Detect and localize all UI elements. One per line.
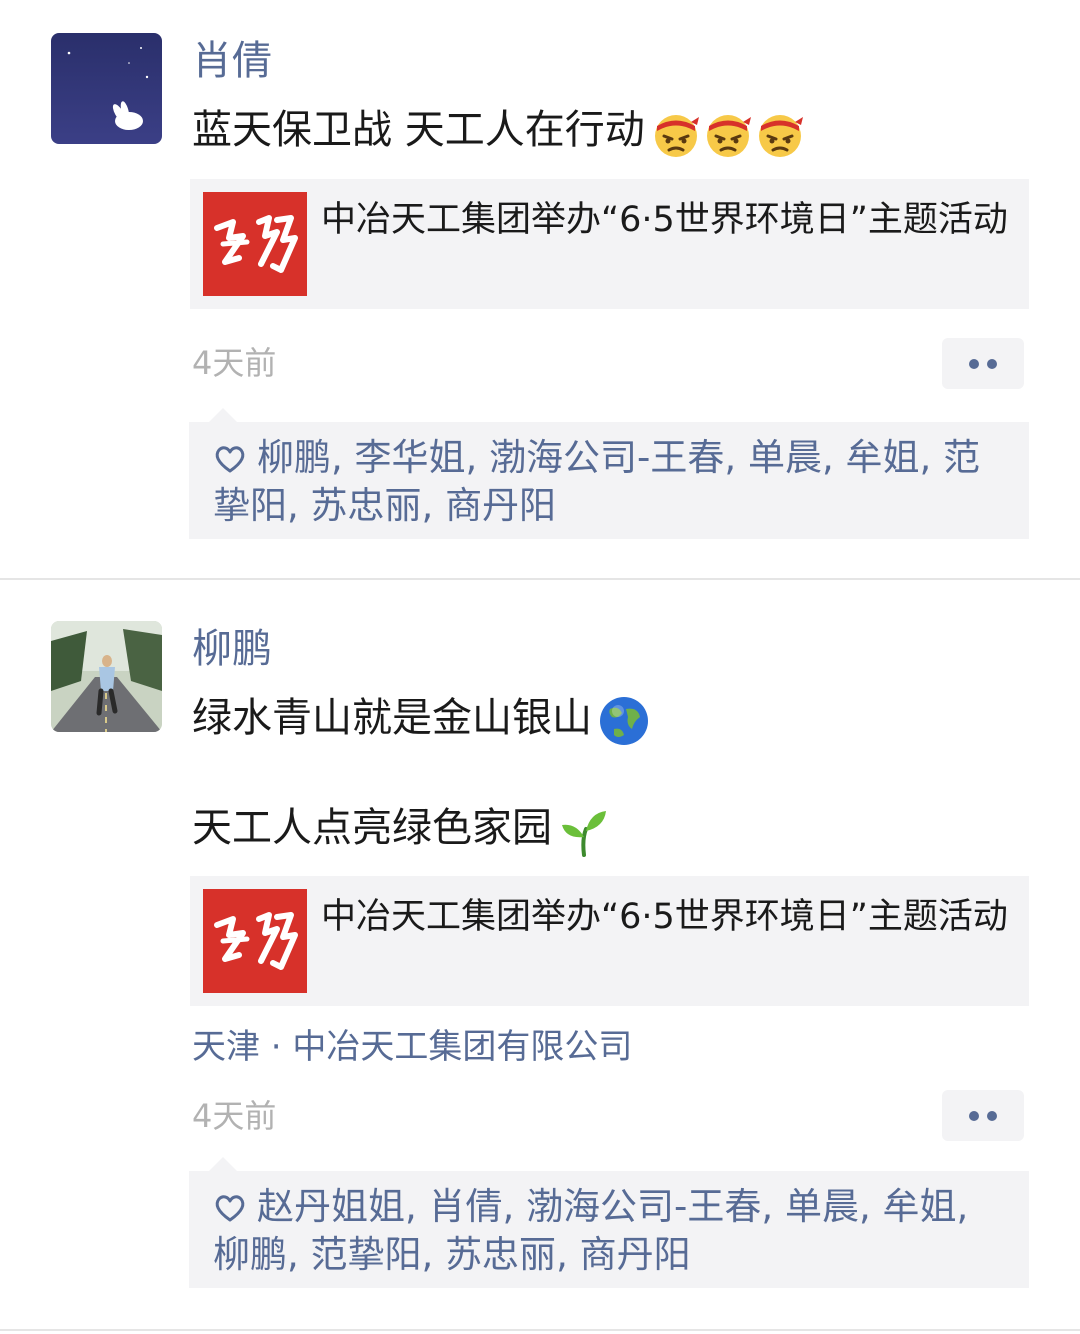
globe-emoji-icon [600,697,648,745]
post-location[interactable]: 天津 · 中冶天工集团有限公司 [192,1025,632,1069]
liker-separator: , [761,1185,785,1228]
liker-separator: , [956,1185,969,1228]
post-timestamp: 4天前 [192,344,277,382]
more-dot-icon [969,1111,979,1121]
liker-separator: , [821,436,846,479]
more-dot-icon [987,359,997,369]
post-text: 天工人点亮绿色家园 [192,802,610,857]
liker-separator: , [919,436,944,479]
liker-name[interactable]: 单晨 [785,1185,859,1228]
liker-separator: , [421,1233,446,1276]
liker-separator: , [287,1233,311,1276]
liker-name[interactable]: 渤海公司-王春 [489,436,724,479]
moon-rabbit-avatar-image [51,33,162,144]
moment-post: 肖倩 蓝天保卫战 天工人在行动 中冶天工集团举办“6·5世界环境日”主题活动 4… [0,0,1080,578]
liker-separator: , [421,484,446,527]
post-text: 蓝天保卫战 天工人在行动 [192,104,805,159]
post-timestamp: 4天前 [192,1097,277,1135]
more-dot-icon [987,1111,997,1121]
moment-post: 柳鹏 绿水青山就是金山银山 天工人点亮绿色家园 中冶天工集团举办“6·5世界环境… [0,580,1080,1330]
heart-icon [215,1195,245,1222]
liker-name[interactable]: 单晨 [748,436,822,479]
liker-separator: , [331,436,355,479]
emoji-group [649,106,805,159]
post-author-name[interactable]: 柳鹏 [192,624,272,674]
avatar[interactable] [51,33,162,144]
liker-name[interactable]: 范挚阳 [311,1233,422,1276]
more-actions-button[interactable] [942,338,1024,389]
likes-panel-arrow [209,408,237,422]
liker-name[interactable]: 苏忠丽 [311,484,422,527]
liker-separator: , [724,436,748,479]
xuexi-logo-icon [214,215,298,273]
liker-separator: , [465,436,490,479]
liker-name[interactable]: 肖倩 [429,1185,503,1228]
likes-panel: 柳鹏, 李华姐, 渤海公司-王春, 单晨, 牟姐, 范挚阳, 苏忠丽, 商丹阳 [189,408,1029,539]
liker-name[interactable]: 牟姐 [882,1185,956,1228]
shared-article-card[interactable]: 中冶天工集团举办“6·5世界环境日”主题活动 [190,876,1029,1006]
liker-separator: , [287,484,311,527]
likes-panel: 赵丹姐姐, 肖倩, 渤海公司-王春, 单晨, 牟姐, 柳鹏, 范挚阳, 苏忠丽,… [189,1157,1029,1288]
emoji-group [556,803,610,857]
liker-name[interactable]: 柳鹏 [257,436,331,479]
liker-name[interactable]: 苏忠丽 [445,1233,556,1276]
liker-name[interactable]: 赵丹姐姐 [257,1185,405,1228]
liker-separator: , [556,1233,580,1276]
xuexi-logo-icon [214,912,298,970]
frowning-headband-emoji-icon [706,114,751,157]
article-title: 中冶天工集团举办“6·5世界环境日”主题活动 [321,897,1008,937]
post-text: 绿水青山就是金山银山 [192,692,650,747]
liker-name[interactable]: 柳鹏 [213,1233,287,1276]
post-divider [0,1329,1080,1331]
liker-name[interactable]: 李华姐 [355,436,466,479]
article-thumbnail [203,889,307,993]
frowning-headband-emoji-icon [758,114,803,157]
more-actions-button[interactable] [942,1090,1024,1141]
liker-separator: , [502,1185,527,1228]
likes-list: 赵丹姐姐, 肖倩, 渤海公司-王春, 单晨, 牟姐, 柳鹏, 范挚阳, 苏忠丽,… [213,1183,1013,1279]
likes-panel-arrow [209,1157,237,1171]
frowning-headband-emoji-icon [654,114,699,157]
avatar[interactable] [51,621,162,732]
shared-article-card[interactable]: 中冶天工集团举办“6·5世界环境日”主题活动 [190,179,1029,309]
moments-feed: 肖倩 蓝天保卫战 天工人在行动 中冶天工集团举办“6·5世界环境日”主题活动 4… [0,0,1080,1334]
article-title: 中冶天工集团举办“6·5世界环境日”主题活动 [321,200,1008,240]
post-text-line: 天工人点亮绿色家园 [192,805,552,851]
seedling-emoji-icon [562,811,606,857]
post-author-name[interactable]: 肖倩 [192,36,272,86]
article-thumbnail [203,192,307,296]
runner-road-avatar-image [51,621,162,732]
liker-separator: , [405,1185,429,1228]
liker-name[interactable]: 牟姐 [845,436,919,479]
post-text-line: 绿水青山就是金山银山 [192,695,592,741]
likes-list: 柳鹏, 李华姐, 渤海公司-王春, 单晨, 牟姐, 范挚阳, 苏忠丽, 商丹阳 [213,434,1013,530]
emoji-group [596,693,650,747]
liker-name[interactable]: 商丹阳 [445,484,556,527]
liker-name[interactable]: 渤海公司-王春 [526,1185,761,1228]
liker-name[interactable]: 商丹阳 [580,1233,691,1276]
liker-separator: , [858,1185,883,1228]
post-text-line: 蓝天保卫战 天工人在行动 [192,107,645,153]
more-dot-icon [969,359,979,369]
heart-icon [215,446,245,473]
